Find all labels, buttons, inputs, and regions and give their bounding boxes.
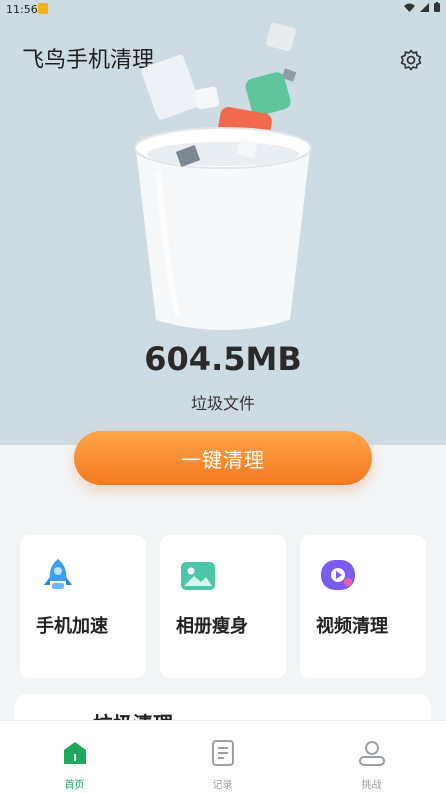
document-icon (212, 740, 234, 766)
tab-label: 首页 (64, 780, 85, 791)
hero-section: 11:56 飞鸟手机清理 604.5MB 垃圾文件 (0, 0, 446, 445)
bottom-tab-bar: 首页 记录 挑战 (0, 720, 446, 794)
status-time: 11:56 (6, 3, 38, 16)
feature-card-album[interactable]: 相册瘦身 (160, 535, 286, 678)
photo-icon (181, 562, 215, 590)
signal-icon (420, 2, 429, 12)
status-icons (404, 2, 440, 12)
tab-challenge[interactable]: 挑战 (297, 721, 446, 794)
battery-icon (434, 2, 440, 12)
feature-label: 手机加速 (36, 616, 108, 637)
rocket-icon (44, 559, 72, 589)
feature-cards: 手机加速 相册瘦身 视频清理 (20, 535, 426, 678)
junk-label: 垃圾文件 (190, 394, 255, 413)
trash-bin-illustration (134, 22, 312, 330)
gear-icon[interactable] (399, 48, 423, 72)
junk-size: 604.5MB (144, 340, 302, 378)
status-bar: 11:56 (0, 0, 446, 18)
user-icon (359, 741, 385, 766)
feature-label: 视频清理 (316, 616, 388, 637)
notification-badge-icon (38, 3, 48, 14)
tab-records[interactable]: 记录 (148, 721, 297, 794)
home-icon (64, 742, 86, 764)
one-click-clean-button[interactable]: 一键清理 (74, 431, 372, 485)
wifi-icon (404, 3, 415, 12)
feature-card-speed[interactable]: 手机加速 (20, 535, 146, 678)
tab-label: 记录 (212, 780, 233, 791)
feature-label: 相册瘦身 (176, 616, 248, 637)
video-icon (321, 560, 355, 590)
tab-home[interactable]: 首页 (0, 721, 149, 794)
tab-label: 挑战 (361, 780, 382, 791)
feature-card-video[interactable]: 视频清理 (300, 535, 426, 678)
